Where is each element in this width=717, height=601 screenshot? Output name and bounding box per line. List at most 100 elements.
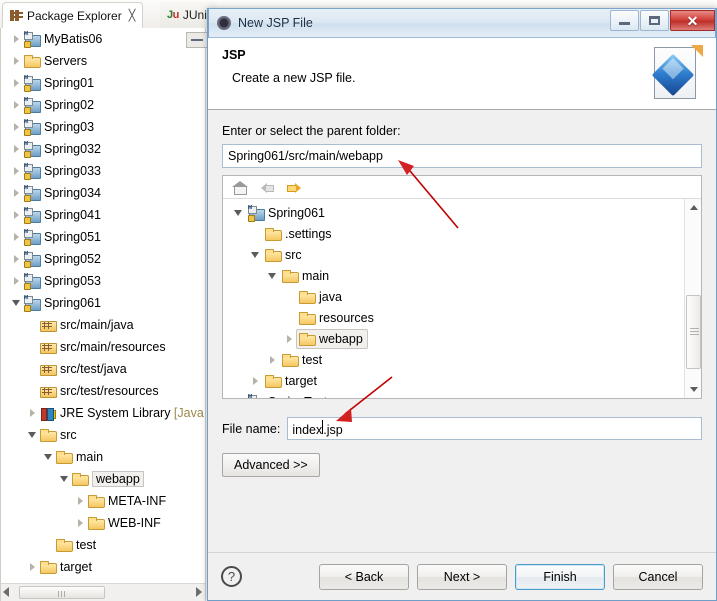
twisty-collapsed-icon[interactable] (73, 497, 87, 505)
explorer-tree-item[interactable]: src/main/resources (25, 336, 166, 358)
explorer-tree-item[interactable]: M Spring052 (9, 248, 101, 270)
twisty-collapsed-icon[interactable] (9, 277, 23, 285)
scrollbar-thumb[interactable] (19, 586, 105, 599)
scroll-left-icon[interactable] (3, 587, 9, 597)
explorer-tree-item[interactable]: M Spring061 (9, 292, 101, 314)
twisty-expanded-icon[interactable] (231, 210, 245, 216)
folder-tree-item-content[interactable]: target (262, 371, 322, 391)
folder-tree-item[interactable]: main (265, 265, 334, 286)
twisty-expanded-icon[interactable] (41, 454, 55, 460)
twisty-collapsed-icon[interactable] (9, 79, 23, 87)
folder-tree-item[interactable]: M Spring061 (231, 202, 330, 223)
explorer-tree-item[interactable]: META-INF (73, 490, 166, 512)
explorer-tree-item[interactable]: src/main/java (25, 314, 134, 336)
folder-tree-item-content[interactable]: src (262, 245, 307, 265)
twisty-expanded-icon[interactable] (57, 476, 71, 482)
folder-tree-panel[interactable]: M Spring061 .settings src main java resources w… (222, 175, 702, 399)
explorer-tree-item[interactable]: main (41, 446, 103, 468)
explorer-tree-item[interactable]: M MyBatis06 (9, 28, 102, 50)
editor-toolbar-button[interactable] (186, 32, 208, 48)
explorer-tree-item[interactable]: M Spring051 (9, 226, 101, 248)
close-icon[interactable]: ╳ (129, 9, 136, 22)
twisty-collapsed-icon[interactable] (73, 519, 87, 527)
tab-package-explorer[interactable]: Package Explorer ╳ (2, 2, 144, 28)
explorer-tree-item[interactable]: M Spring03 (9, 116, 94, 138)
help-icon[interactable]: ? (221, 566, 242, 587)
dialog-titlebar[interactable]: New JSP File ✕ (208, 8, 716, 38)
folder-tree-rows[interactable]: M Spring061 .settings src main java resources w… (223, 199, 701, 398)
back-arrow-icon[interactable] (258, 179, 276, 195)
explorer-tree-item[interactable]: M Spring041 (9, 204, 101, 226)
explorer-tree-item[interactable]: webapp (57, 468, 144, 490)
minimize-button[interactable] (610, 10, 639, 31)
twisty-expanded-icon[interactable] (25, 432, 39, 438)
explorer-horizontal-scrollbar[interactable] (0, 583, 206, 601)
folder-tree-item-content[interactable]: test (279, 350, 327, 370)
home-icon[interactable] (231, 179, 249, 195)
folder-tree-vertical-scrollbar[interactable] (684, 199, 701, 398)
folder-tree-item[interactable]: src (248, 244, 307, 265)
scrollbar-thumb[interactable] (686, 295, 701, 369)
twisty-collapsed-icon[interactable] (9, 145, 23, 153)
explorer-tree-item[interactable]: M Spring034 (9, 182, 101, 204)
parent-folder-input[interactable] (222, 144, 702, 168)
folder-tree-item-selected[interactable]: webapp (296, 328, 368, 349)
folder-tree-item-content[interactable]: main (279, 266, 334, 286)
folder-tree-item-content[interactable]: .settings (262, 224, 337, 244)
explorer-tree-item[interactable]: M Spring02 (9, 94, 94, 116)
twisty-collapsed-icon[interactable] (9, 57, 23, 65)
twisty-expanded-icon[interactable] (248, 252, 262, 258)
explorer-tree-item[interactable]: test (41, 534, 96, 556)
twisty-collapsed-icon[interactable] (25, 563, 39, 571)
twisty-expanded-icon[interactable] (9, 300, 23, 306)
twisty-collapsed-icon[interactable] (282, 335, 296, 343)
next-button[interactable]: Next > (417, 563, 507, 590)
twisty-collapsed-icon[interactable] (9, 167, 23, 175)
folder-tree-item[interactable]: resources (282, 307, 379, 328)
explorer-tree-item[interactable]: src/test/resources (25, 380, 159, 402)
twisty-collapsed-icon[interactable] (231, 398, 245, 399)
scroll-right-icon[interactable] (196, 587, 202, 597)
scroll-down-icon[interactable] (685, 381, 701, 398)
folder-tree-item[interactable]: MSpringTest (231, 391, 332, 398)
scroll-up-icon[interactable] (685, 199, 701, 216)
twisty-collapsed-icon[interactable] (9, 255, 23, 263)
twisty-expanded-icon[interactable] (265, 273, 279, 279)
forward-arrow-icon[interactable] (285, 179, 303, 195)
folder-tree-item[interactable]: test (265, 349, 327, 370)
twisty-collapsed-icon[interactable] (9, 233, 23, 241)
folder-tree-item[interactable]: target (248, 370, 322, 391)
twisty-collapsed-icon[interactable] (248, 377, 262, 385)
cancel-button[interactable]: Cancel (613, 563, 703, 590)
back-button[interactable]: < Back (319, 563, 409, 590)
explorer-tree-item[interactable]: src (25, 424, 77, 446)
twisty-collapsed-icon[interactable] (25, 409, 39, 417)
file-name-input[interactable]: index.jsp (287, 417, 702, 440)
folder-tree-item-content[interactable]: java (296, 287, 347, 307)
explorer-tree-item[interactable]: M Spring01 (9, 72, 94, 94)
finish-button[interactable]: Finish (515, 563, 605, 590)
twisty-collapsed-icon[interactable] (9, 123, 23, 131)
twisty-collapsed-icon[interactable] (9, 211, 23, 219)
twisty-collapsed-icon[interactable] (9, 35, 23, 43)
folder-tree-item[interactable]: .settings (248, 223, 337, 244)
twisty-collapsed-icon[interactable] (9, 189, 23, 197)
twisty-collapsed-icon[interactable] (265, 356, 279, 364)
advanced-button[interactable]: Advanced >> (222, 453, 320, 477)
explorer-tree-item[interactable]: WEB-INF (73, 512, 161, 534)
folder-tree-item-content[interactable]: M Spring061 (245, 203, 330, 223)
package-explorer-tree[interactable]: M MyBatis06 Servers M Spring01 M Spring02 M Spri… (0, 28, 206, 583)
explorer-tree-item[interactable]: M Spring033 (9, 160, 101, 182)
folder-tree-item[interactable]: java (282, 286, 347, 307)
close-button[interactable]: ✕ (670, 10, 715, 31)
explorer-tree-item[interactable]: target (25, 556, 92, 578)
explorer-tree-item[interactable]: Servers (9, 50, 87, 72)
explorer-tree-item[interactable]: M Spring032 (9, 138, 101, 160)
explorer-tree-item[interactable]: M Spring053 (9, 270, 101, 292)
explorer-tree-item[interactable]: JRE System Library [Java (25, 402, 204, 424)
explorer-tree-item[interactable]: src/test/java (25, 358, 127, 380)
folder-tree-item-content[interactable]: resources (296, 308, 379, 328)
maximize-button[interactable] (640, 10, 669, 31)
folder-tree-item[interactable]: webapp (282, 328, 368, 349)
folder-tree-item-content[interactable]: MSpringTest (245, 392, 332, 398)
